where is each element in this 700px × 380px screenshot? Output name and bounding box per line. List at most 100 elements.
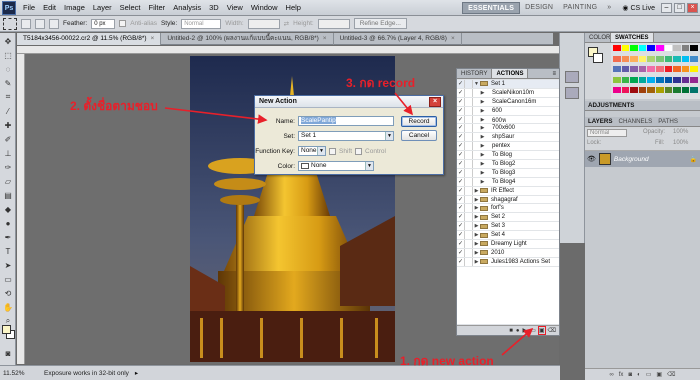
dialog-toggle-box[interactable] xyxy=(465,97,473,106)
expand-right-icon[interactable]: ▶ xyxy=(479,161,486,167)
dialog-toggle-box[interactable] xyxy=(465,106,473,115)
dialog-toggle-box[interactable] xyxy=(465,133,473,142)
actions-panel-icon[interactable] xyxy=(565,87,579,99)
toggle-check-icon[interactable]: ✓ xyxy=(457,231,465,240)
action-row[interactable]: ✓ ▶ To Blog3 xyxy=(457,168,559,178)
expand-right-icon[interactable]: ▶ xyxy=(473,259,480,265)
shape-tool-icon[interactable]: ▭ xyxy=(2,273,14,285)
toggle-check-icon[interactable]: ✓ xyxy=(457,106,465,115)
gradient-tool-icon[interactable]: ▤ xyxy=(2,189,14,201)
dodge-tool-icon[interactable]: ● xyxy=(2,217,14,229)
toggle-check-icon[interactable]: ✓ xyxy=(457,80,465,88)
swatch-color[interactable] xyxy=(613,55,621,62)
swatch-color[interactable] xyxy=(655,55,664,62)
tab-document-1[interactable]: T5184x3456-00022.cr2 @ 11.5% (RGB/8*) × xyxy=(17,33,162,45)
action-row[interactable]: ✓ ▶ shpSaur xyxy=(457,133,559,143)
dialog-toggle-box[interactable] xyxy=(465,222,473,231)
toggle-check-icon[interactable]: ✓ xyxy=(457,97,465,106)
swatch-color[interactable] xyxy=(630,87,638,94)
swatch-color[interactable] xyxy=(673,45,681,51)
menu-help[interactable]: Help xyxy=(282,3,305,12)
delete-icon[interactable]: ⌫ xyxy=(548,327,556,334)
swatch-color[interactable] xyxy=(638,66,647,73)
swatch-color[interactable] xyxy=(630,76,638,83)
foreground-color-swatch[interactable] xyxy=(2,325,11,334)
swatch-color[interactable] xyxy=(621,66,630,73)
swatch-color[interactable] xyxy=(655,66,664,73)
eyedropper-tool-icon[interactable]: ⁄ xyxy=(2,105,14,117)
maximize-icon[interactable]: □ xyxy=(674,3,685,13)
new-layer-icon[interactable]: ▣ xyxy=(656,371,662,378)
swatch-color[interactable] xyxy=(664,55,673,62)
swatch-color[interactable] xyxy=(690,55,698,62)
swatch-color[interactable] xyxy=(655,76,664,83)
dialog-toggle-box[interactable] xyxy=(465,168,473,177)
selection-mode-subtract[interactable] xyxy=(49,18,59,29)
swatch-color[interactable] xyxy=(613,76,621,83)
opacity-value[interactable]: 100% xyxy=(673,129,688,135)
swatch-color[interactable] xyxy=(647,76,655,83)
eraser-tool-icon[interactable]: ▱ xyxy=(2,175,14,187)
fx-icon[interactable]: fx xyxy=(619,372,624,378)
swatch-color[interactable] xyxy=(638,76,647,83)
color-select[interactable]: None ▼ xyxy=(298,161,374,171)
expand-right-icon[interactable]: ▶ xyxy=(479,170,486,176)
workspace-design[interactable]: DESIGN xyxy=(520,2,558,14)
tab-swatches[interactable]: SWATCHES xyxy=(611,33,654,42)
action-row[interactable]: ✓ ▶ 600 xyxy=(457,106,559,116)
tab-history[interactable]: HISTORY xyxy=(457,69,493,78)
antialias-checkbox[interactable] xyxy=(119,20,127,27)
swatch-color[interactable] xyxy=(681,66,690,73)
expand-right-icon[interactable]: ▶ xyxy=(473,250,480,256)
clone-stamp-tool-icon[interactable]: ⊥ xyxy=(2,147,14,159)
eye-icon[interactable]: 👁 xyxy=(587,155,596,163)
dialog-toggle-box[interactable] xyxy=(465,177,473,186)
expand-right-icon[interactable]: ▶ xyxy=(479,90,486,96)
menu-3d[interactable]: 3D xyxy=(205,3,223,12)
expand-right-icon[interactable]: ▶ xyxy=(479,134,486,140)
toggle-check-icon[interactable]: ✓ xyxy=(457,257,465,266)
group-icon[interactable]: ▭ xyxy=(646,371,652,378)
swatch-color[interactable] xyxy=(613,87,621,94)
tab-document-2[interactable]: Untitled-2 @ 100% (ผลงานแก้แบบนี้คะแนน, … xyxy=(161,33,334,45)
expand-right-icon[interactable]: ▶ xyxy=(479,125,486,131)
tab-actions[interactable]: ACTIONS xyxy=(492,69,529,78)
menu-file[interactable]: File xyxy=(19,3,39,12)
toggle-check-icon[interactable]: ✓ xyxy=(457,186,465,195)
zoom-level[interactable]: 11.52% xyxy=(0,370,32,377)
pen-tool-icon[interactable]: ✒ xyxy=(2,231,14,243)
action-set-row[interactable]: ✓ ▶ Jules1983 Actions Set xyxy=(457,257,559,267)
record-icon[interactable]: ● xyxy=(516,328,520,334)
toggle-check-icon[interactable]: ✓ xyxy=(457,213,465,222)
swatch-color[interactable] xyxy=(690,45,698,51)
history-panel-icon[interactable] xyxy=(565,71,579,83)
tab-color[interactable]: COLOR xyxy=(585,33,611,42)
style-select[interactable]: Normal xyxy=(181,18,222,29)
toggle-check-icon[interactable]: ✓ xyxy=(457,115,465,124)
swatches-grid[interactable] xyxy=(611,43,700,99)
dialog-toggle-box[interactable] xyxy=(465,160,473,168)
menu-image[interactable]: Image xyxy=(60,3,89,12)
adjustment-icon[interactable]: ◐ xyxy=(637,372,641,378)
close-tab-icon[interactable]: × xyxy=(323,33,327,45)
swatch-color[interactable] xyxy=(647,87,655,94)
action-set-row[interactable]: ✓ ▼ Set 1 xyxy=(457,80,559,89)
new-action-icon[interactable]: ▣ xyxy=(537,326,546,335)
feather-input[interactable]: 0 px xyxy=(91,18,116,29)
toggle-check-icon[interactable]: ✓ xyxy=(457,195,465,204)
swatch-color[interactable] xyxy=(621,87,630,94)
expand-down-icon[interactable]: ▼ xyxy=(473,81,480,87)
record-button[interactable]: Record xyxy=(401,116,437,127)
dialog-toggle-box[interactable] xyxy=(465,240,473,248)
swatch-color[interactable] xyxy=(647,55,655,62)
dialog-toggle-box[interactable] xyxy=(465,80,473,88)
quick-mask-icon[interactable]: ◙ xyxy=(2,347,14,359)
stop-icon[interactable]: ■ xyxy=(509,328,513,334)
toggle-check-icon[interactable]: ✓ xyxy=(457,124,465,133)
expand-right-icon[interactable]: ▶ xyxy=(473,205,480,211)
expand-right-icon[interactable]: ▶ xyxy=(479,152,486,158)
dialog-toggle-box[interactable] xyxy=(465,142,473,151)
dialog-toggle-box[interactable] xyxy=(465,195,473,204)
toggle-check-icon[interactable]: ✓ xyxy=(457,133,465,142)
new-set-icon[interactable]: ▭ xyxy=(530,327,536,334)
